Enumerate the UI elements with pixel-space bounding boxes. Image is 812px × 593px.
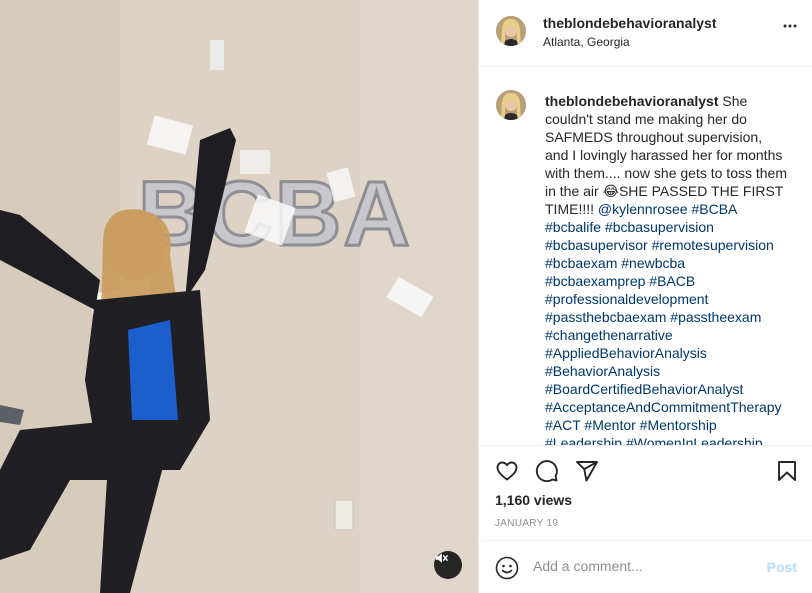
more-options-icon[interactable] [783, 24, 797, 28]
post-header: theblondebehavioranalyst Atlanta, Georgi… [479, 0, 812, 67]
caption-avatar[interactable] [496, 90, 526, 120]
muted-speaker-icon [435, 553, 448, 563]
comment-input[interactable] [533, 558, 753, 574]
emoji-icon[interactable] [495, 556, 519, 580]
caption-mention[interactable]: @kylennrosee [598, 201, 688, 217]
post-video[interactable]: BCBA [0, 0, 478, 593]
post-comment-button[interactable]: Post [767, 559, 797, 575]
post-location[interactable]: Atlanta, Georgia [543, 35, 630, 49]
comments-section[interactable]: theblondebehavioranalyst She couldn't st… [479, 67, 812, 445]
bookmark-icon[interactable] [775, 459, 799, 483]
author-avatar[interactable] [496, 16, 526, 46]
post-caption: theblondebehavioranalyst She couldn't st… [545, 92, 789, 445]
share-icon[interactable] [575, 459, 599, 483]
caption-text: She couldn't stand me making her do SAFM… [545, 93, 787, 217]
post-details-panel: theblondebehavioranalyst Atlanta, Georgi… [478, 0, 812, 593]
mute-button[interactable] [434, 551, 462, 579]
video-frame: BCBA [0, 0, 478, 593]
post-actions: 1,160 views JANUARY 19 [479, 445, 812, 540]
add-comment-bar: Post [479, 540, 812, 593]
heart-icon[interactable] [495, 459, 519, 483]
comment-icon[interactable] [535, 459, 559, 483]
caption-hashtags[interactable]: #BCBA #bcbalife #bcbasupervision #bcbasu… [545, 201, 782, 445]
view-count[interactable]: 1,160 views [495, 492, 572, 508]
author-username[interactable]: theblondebehavioranalyst [543, 15, 716, 31]
caption-username[interactable]: theblondebehavioranalyst [545, 93, 718, 109]
post-date[interactable]: JANUARY 19 [495, 518, 558, 529]
